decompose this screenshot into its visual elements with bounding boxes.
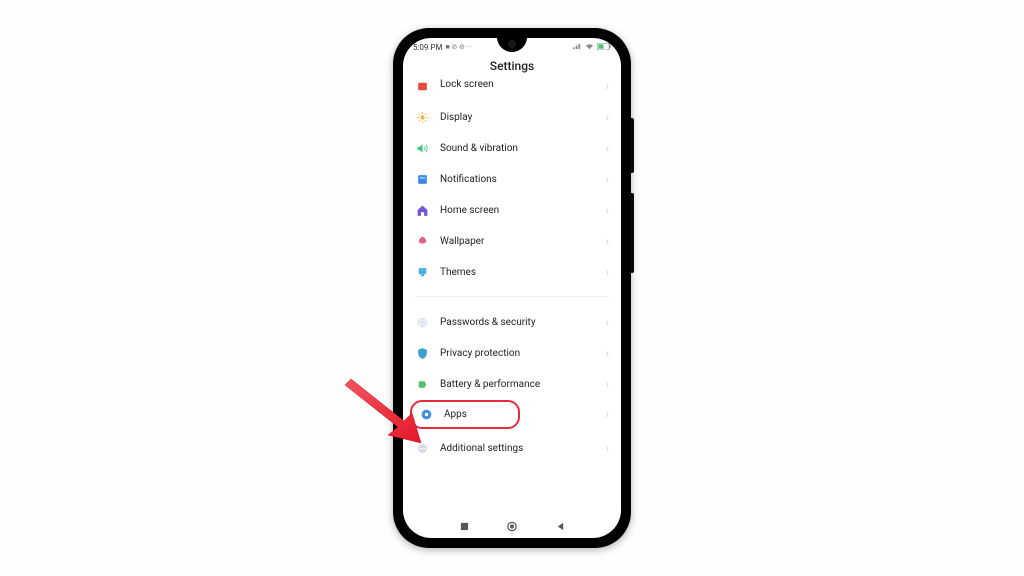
item-label: Wallpaper — [440, 236, 609, 247]
home-button[interactable] — [507, 521, 517, 531]
wallpaper-icon — [415, 234, 430, 249]
power-button — [630, 118, 634, 173]
page-title: Settings — [403, 56, 621, 79]
battery-perf-icon — [415, 377, 430, 392]
item-label: Battery & performance — [440, 379, 609, 390]
settings-item-notifications[interactable]: Notifications › — [415, 164, 609, 195]
chevron-right-icon: › — [606, 266, 609, 279]
back-button[interactable] — [555, 521, 565, 531]
fingerprint-icon — [415, 315, 430, 330]
item-label: Privacy protection — [440, 348, 609, 359]
additional-icon — [415, 441, 430, 456]
chevron-right-icon: › — [606, 442, 609, 455]
item-label: Notifications — [440, 174, 609, 185]
chevron-right-icon: › — [606, 80, 609, 93]
settings-item-themes[interactable]: Themes › — [415, 257, 609, 288]
status-time: 5:09 PM — [413, 43, 442, 52]
item-label: Display — [440, 112, 609, 123]
chevron-right-icon: › — [606, 173, 609, 186]
navigation-bar — [403, 515, 621, 537]
item-label: Home screen — [440, 205, 609, 216]
status-right — [573, 43, 611, 52]
chevron-right-icon: › — [606, 378, 609, 391]
shield-icon — [415, 346, 430, 361]
lock-screen-icon — [415, 79, 430, 94]
item-label: Lock screen — [440, 79, 609, 90]
display-icon — [415, 110, 430, 125]
item-label: Apps — [444, 409, 514, 420]
status-left: 5:09 PM ■ ⊘ ⊘ ··· — [413, 43, 472, 52]
themes-icon — [415, 265, 430, 280]
item-label: Passwords & security — [440, 317, 609, 328]
settings-item-lock-screen[interactable]: Lock screen › — [415, 79, 609, 102]
phone-frame: 5:09 PM ■ ⊘ ⊘ ··· Settings — [393, 28, 631, 548]
wifi-icon — [585, 43, 594, 52]
settings-item-sound[interactable]: Sound & vibration › — [415, 133, 609, 164]
recents-button[interactable] — [459, 521, 469, 531]
settings-list[interactable]: Lock screen › Display › Sound & vibratio… — [403, 79, 621, 519]
settings-item-display[interactable]: Display › — [415, 102, 609, 133]
item-label: Sound & vibration — [440, 143, 609, 154]
settings-item-wallpaper[interactable]: Wallpaper › — [415, 226, 609, 257]
volume-button — [630, 193, 634, 273]
chevron-right-icon: › — [606, 408, 609, 421]
item-label: Additional settings — [440, 443, 609, 454]
settings-item-privacy[interactable]: Privacy protection › — [415, 338, 609, 369]
battery-icon — [597, 43, 611, 52]
item-label: Themes — [440, 267, 609, 278]
phone-screen: 5:09 PM ■ ⊘ ⊘ ··· Settings — [403, 38, 621, 538]
section-divider — [415, 296, 609, 297]
chevron-right-icon: › — [606, 347, 609, 360]
chevron-right-icon: › — [606, 316, 609, 329]
signal-icon — [573, 43, 582, 52]
settings-item-home-screen[interactable]: Home screen › — [415, 195, 609, 226]
chevron-right-icon: › — [606, 204, 609, 217]
notifications-icon — [415, 172, 430, 187]
chevron-right-icon: › — [606, 235, 609, 248]
settings-item-battery[interactable]: Battery & performance › — [415, 369, 609, 400]
gear-icon — [419, 407, 434, 422]
home-icon — [415, 203, 430, 218]
chevron-right-icon: › — [606, 111, 609, 124]
chevron-right-icon: › — [606, 142, 609, 155]
settings-item-apps[interactable]: Apps — [410, 400, 520, 429]
sound-icon — [415, 141, 430, 156]
settings-item-passwords[interactable]: Passwords & security › — [415, 307, 609, 338]
status-indicator-icons: ■ ⊘ ⊘ ··· — [445, 43, 472, 51]
settings-item-additional[interactable]: Additional settings › — [415, 433, 609, 464]
